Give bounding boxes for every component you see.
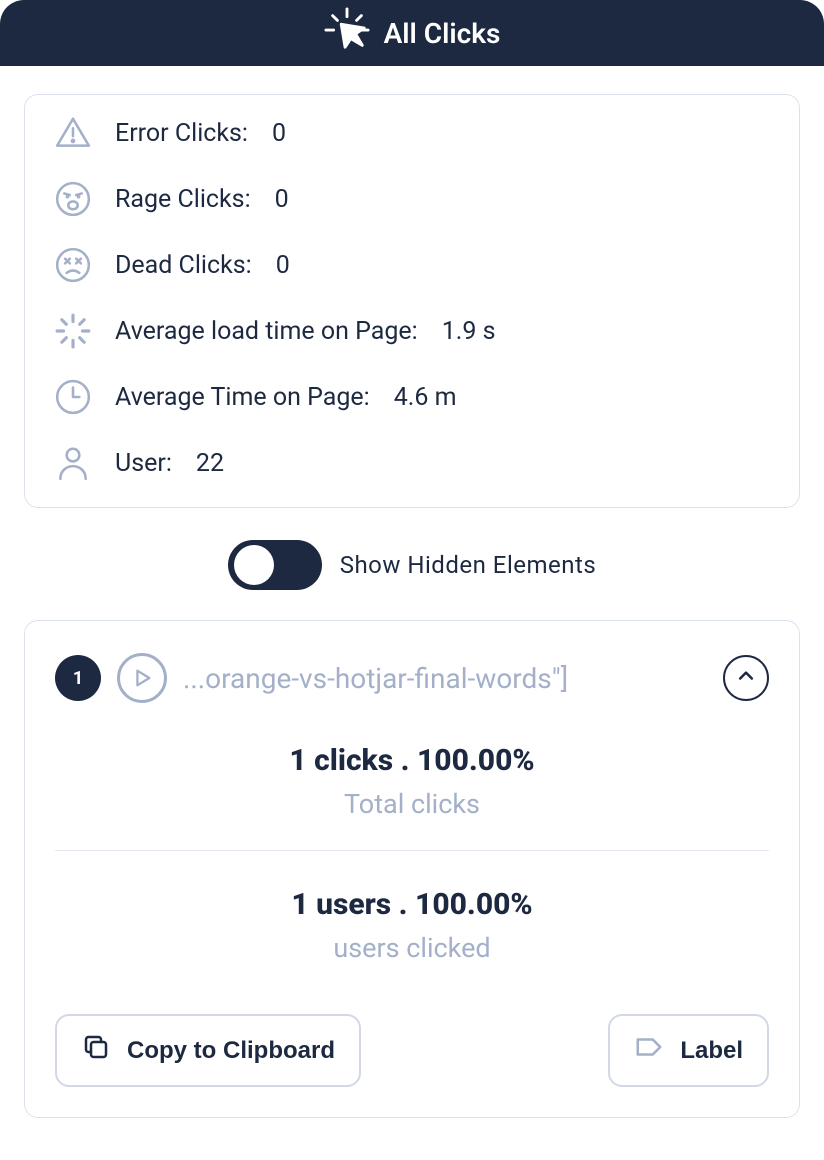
rank-badge: 1 (55, 655, 101, 701)
users-sublabel: users clicked (55, 932, 769, 964)
copy-to-clipboard-button[interactable]: Copy to Clipboard (55, 1014, 361, 1087)
stat-row-dead-clicks: Dead Clicks: 0 (53, 245, 771, 285)
stats-panel: Error Clicks: 0 Rage Clicks: 0 (24, 94, 800, 508)
stat-row-error-clicks: Error Clicks: 0 (53, 113, 771, 153)
clicks-metric: 1 clicks . 100.00% (55, 743, 769, 778)
copy-button-label: Copy to Clipboard (127, 1037, 335, 1065)
toggle-label: Show Hidden Elements (340, 551, 597, 579)
dead-face-icon (53, 245, 93, 285)
stat-row-user: User: 22 (53, 443, 771, 483)
loading-spinner-icon (53, 311, 93, 351)
tag-icon (634, 1032, 664, 1069)
panel-title: All Clicks (384, 17, 501, 50)
clicks-sublabel: Total clicks (55, 788, 769, 820)
label-button-label: Label (680, 1037, 743, 1065)
stat-label: User: (115, 449, 172, 478)
stat-label: Average load time on Page: (115, 317, 418, 346)
stat-label: Dead Clicks: (115, 251, 252, 280)
stat-row-avg-time-on-page: Average Time on Page: 4.6 m (53, 377, 771, 417)
stat-row-avg-load-time: Average load time on Page: 1.9 s (53, 311, 771, 351)
toggle-knob (234, 545, 274, 585)
user-icon (53, 443, 93, 483)
warning-triangle-icon (53, 113, 93, 153)
show-hidden-elements-toggle[interactable] (228, 540, 322, 590)
stat-label: Error Clicks: (115, 119, 248, 148)
rage-face-icon (53, 179, 93, 219)
chevron-up-icon (736, 666, 756, 690)
stat-row-rage-clicks: Rage Clicks: 0 (53, 179, 771, 219)
stat-label: Average Time on Page: (115, 383, 370, 412)
item-header: 1 ...orange-vs-hotjar-final-words"] (55, 653, 769, 703)
stat-value: 1.9 s (442, 317, 496, 346)
copy-icon (81, 1032, 111, 1069)
stat-value: 0 (276, 251, 290, 280)
toggle-row: Show Hidden Elements (24, 540, 800, 590)
stat-value: 0 (272, 119, 286, 148)
click-item-panel: 1 ...orange-vs-hotjar-final-words"] (24, 620, 800, 1118)
users-metric: 1 users . 100.00% (55, 887, 769, 922)
stat-value: 4.6 m (394, 383, 457, 412)
click-burst-icon (324, 7, 370, 60)
collapse-button[interactable] (723, 655, 769, 701)
clock-icon (53, 377, 93, 417)
label-button[interactable]: Label (608, 1014, 769, 1087)
stat-label: Rage Clicks: (115, 185, 251, 214)
divider (55, 850, 769, 851)
stat-value: 0 (275, 185, 289, 214)
play-button[interactable] (117, 653, 167, 703)
stat-value: 22 (196, 449, 224, 478)
item-selector-text: ...orange-vs-hotjar-final-words"] (183, 662, 707, 695)
panel-header: All Clicks (0, 0, 824, 66)
